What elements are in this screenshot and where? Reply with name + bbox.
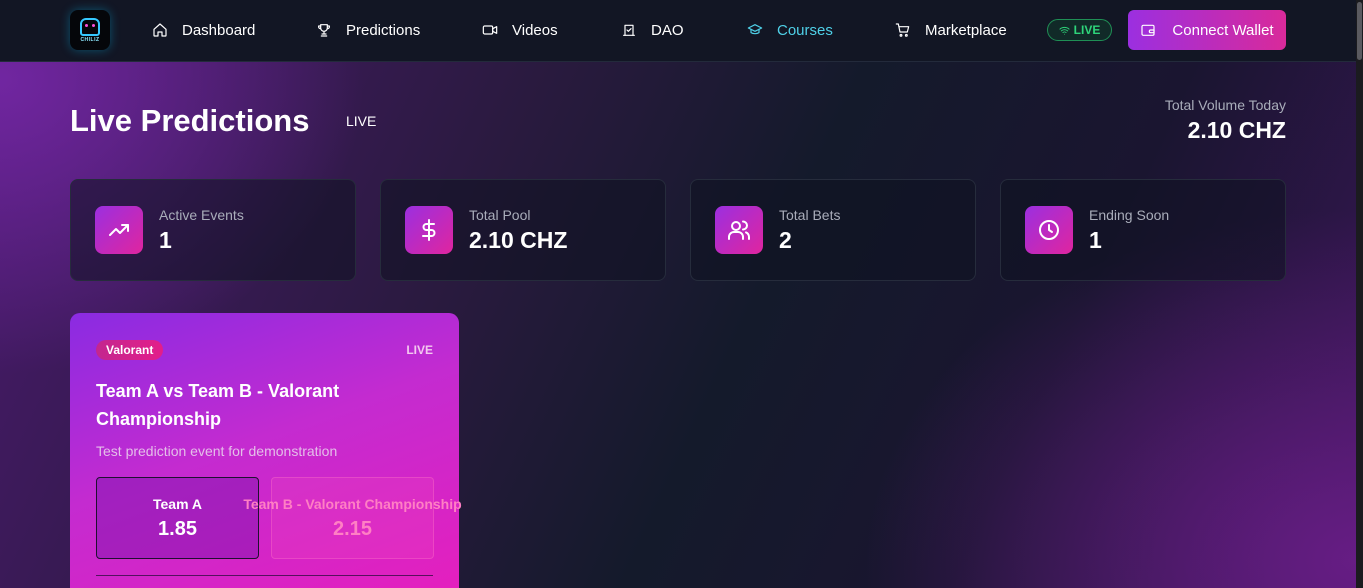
- clock-icon: [1039, 220, 1059, 240]
- video-icon: [482, 25, 498, 35]
- logo-text: CHILIZ: [80, 36, 100, 43]
- stat-icon-box: [405, 206, 453, 254]
- wifi-icon: [1059, 26, 1070, 35]
- logo[interactable]: CHILIZ: [70, 10, 110, 50]
- connect-wallet-button[interactable]: Connect Wallet: [1128, 10, 1286, 50]
- vote-icon: [623, 24, 635, 36]
- graduation-cap-icon: [747, 24, 763, 35]
- users-icon: [728, 220, 751, 240]
- nav-item-predictions[interactable]: Predictions: [316, 18, 420, 42]
- nav-item-label: Dashboard: [182, 21, 256, 39]
- nav-item-label: Predictions: [346, 21, 421, 39]
- stat-value: 2: [779, 227, 792, 253]
- nav-item-label: Courses: [777, 21, 833, 39]
- event-status: LIVE: [406, 343, 433, 357]
- card-divider: [96, 575, 433, 576]
- event-title: Team A vs Team B - Valorant Championship: [96, 381, 340, 429]
- home-icon: [153, 23, 167, 37]
- option-name: Team A: [152, 495, 202, 512]
- event-description: Test prediction event for demonstration: [96, 443, 338, 459]
- stat-label: Total Pool: [469, 207, 531, 223]
- game-tag: Valorant: [96, 340, 164, 360]
- nav-item-label: Marketplace: [925, 21, 1007, 39]
- page-title: Live Predictions: [70, 103, 310, 138]
- dollar-icon: [422, 219, 436, 241]
- nav-item-marketplace[interactable]: Marketplace: [895, 18, 1007, 42]
- cart-icon: [895, 23, 910, 37]
- stat-card-total-pool: Total Pool 2.10 CHZ: [380, 179, 666, 281]
- total-volume-value: 2.10 CHZ: [1187, 117, 1286, 143]
- option-name: Team B - Valorant Championship: [243, 495, 462, 512]
- scrollbar-thumb[interactable]: [1357, 2, 1362, 60]
- stat-label: Ending Soon: [1089, 207, 1170, 223]
- stat-value: 2.10 CHZ: [469, 227, 568, 253]
- stat-icon-box: [95, 206, 143, 254]
- stat-card-total-bets: Total Bets 2: [690, 179, 976, 281]
- stat-card-active-events: Active Events 1: [70, 179, 356, 281]
- top-navbar: CHILIZ Dashboard Predictions Videos DAO …: [0, 0, 1356, 62]
- title-live-indicator: LIVE: [346, 113, 377, 129]
- live-status-badge: LIVE: [1047, 19, 1112, 41]
- logo-mascot-icon: [80, 17, 100, 36]
- nav-item-courses[interactable]: Courses: [747, 18, 833, 42]
- bet-option-team-a[interactable]: Team A 1.85: [96, 477, 259, 559]
- nav-item-label: DAO: [651, 21, 684, 39]
- option-odds: 2.15: [333, 517, 372, 540]
- stat-icon-box: [715, 206, 763, 254]
- bet-option-team-b[interactable]: Team B - Valorant Championship 2.15: [243, 477, 462, 559]
- prediction-event-card[interactable]: Valorant LIVE Team A vs Team B - Valoran…: [70, 313, 462, 588]
- stat-icon-box: [1025, 206, 1073, 254]
- trophy-icon: [317, 24, 331, 37]
- nav-item-videos[interactable]: Videos: [482, 18, 558, 42]
- nav-item-dashboard[interactable]: Dashboard: [152, 18, 255, 42]
- live-badge-label: LIVE: [1073, 23, 1101, 37]
- stat-value: 1: [159, 227, 172, 253]
- trending-up-icon: [109, 224, 129, 236]
- connect-wallet-label: Connect Wallet: [1172, 21, 1274, 39]
- nav-item-label: Videos: [512, 21, 558, 39]
- option-odds: 1.85: [158, 517, 197, 540]
- stat-label: Total Bets: [779, 207, 841, 223]
- stat-label: Active Events: [159, 207, 244, 223]
- total-volume-label: Total Volume Today: [1164, 97, 1286, 113]
- stat-value: 1: [1089, 227, 1102, 253]
- wallet-icon: [1141, 24, 1156, 36]
- stat-card-ending-soon: Ending Soon 1: [1000, 179, 1286, 281]
- scrollbar[interactable]: [1356, 0, 1363, 588]
- nav-item-dao[interactable]: DAO: [621, 18, 684, 42]
